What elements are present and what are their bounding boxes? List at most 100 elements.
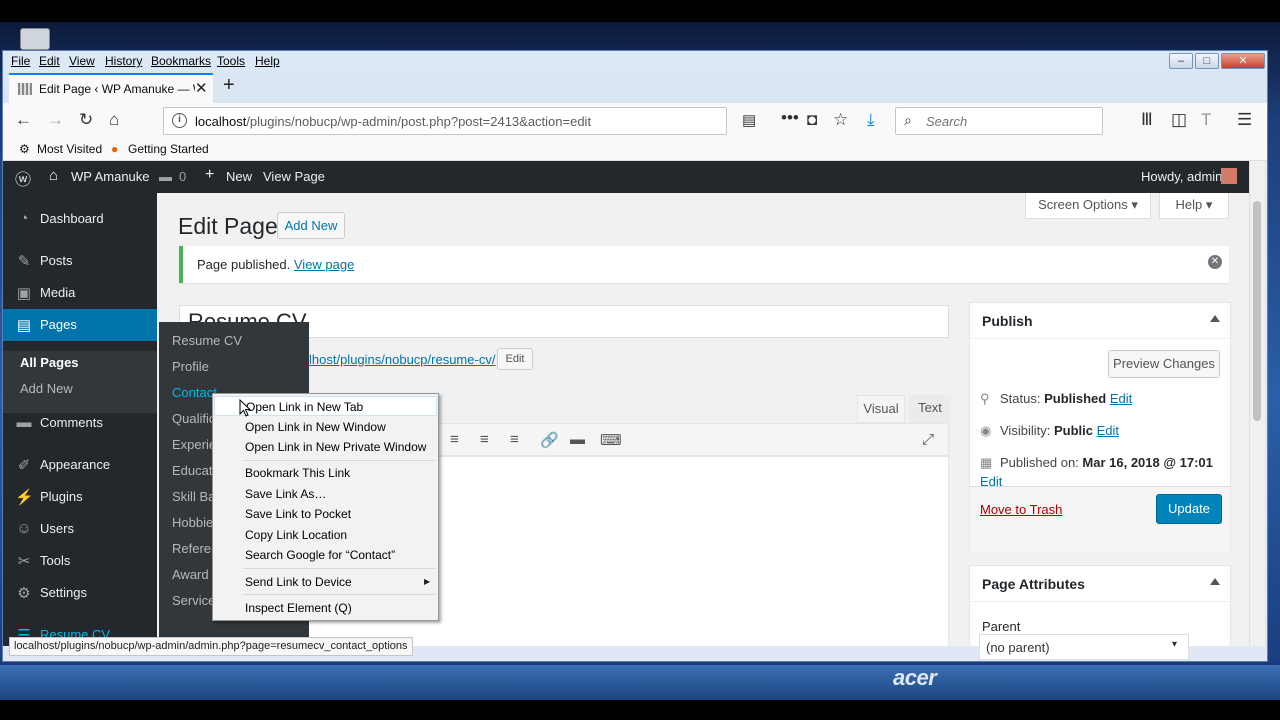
comments-icon[interactable]: ▬ xyxy=(159,169,172,184)
back-icon[interactable]: ← xyxy=(15,110,32,130)
bookmark-getting-started[interactable]: Getting Started xyxy=(128,142,209,156)
sidebar-item-pages[interactable]: ▤ Pages xyxy=(3,309,157,341)
add-new-button[interactable]: Add New xyxy=(277,212,345,239)
site-name-link[interactable]: WP Amanuke xyxy=(71,169,150,184)
menu-view[interactable]: View xyxy=(69,54,95,68)
new-tab-icon[interactable]: + xyxy=(223,74,235,97)
toolbar-toggle-icon[interactable]: ⌨ xyxy=(600,431,622,449)
menu-help[interactable]: Help xyxy=(255,54,280,68)
screen-options-button[interactable]: Screen Options ▾ xyxy=(1025,193,1151,219)
menu-file[interactable]: File xyxy=(11,54,30,68)
menu-edit[interactable]: Edit xyxy=(39,54,60,68)
reader-view-icon[interactable]: ▤ xyxy=(742,111,756,129)
page-actions-icon[interactable]: ••• xyxy=(781,108,799,128)
url-bar[interactable]: i localhost/plugins/nobucp/wp-admin/post… xyxy=(163,107,756,135)
collapse-icon[interactable] xyxy=(1210,578,1220,585)
preview-changes-button[interactable]: Preview Changes xyxy=(1108,350,1220,378)
search-bar[interactable]: ⌕ Search xyxy=(895,107,1103,135)
update-button[interactable]: Update xyxy=(1156,494,1222,524)
sidebar-item-media[interactable]: ▣ Media xyxy=(3,277,157,309)
parent-select[interactable]: (no parent) ▾ xyxy=(979,634,1189,660)
scrollbar-thumb[interactable] xyxy=(1253,201,1261,421)
flyout-item-award[interactable]: Award xyxy=(172,567,209,582)
menu-tools[interactable]: Tools xyxy=(217,54,245,68)
link-icon[interactable]: 🔗 xyxy=(540,431,559,449)
ctx-send-to-device[interactable]: Send Link to Device xyxy=(214,572,437,592)
move-to-trash-link[interactable]: Move to Trash xyxy=(980,502,1062,517)
sidebar-item-appearance[interactable]: ✐ Appearance xyxy=(3,449,157,481)
extension-icon[interactable]: T xyxy=(1201,110,1211,130)
menu-history[interactable]: History xyxy=(105,54,142,68)
align-left-icon[interactable]: ≡ xyxy=(450,431,459,448)
visibility-edit-link[interactable]: Edit xyxy=(1097,423,1119,438)
sidebar-item-users[interactable]: ☺ Users xyxy=(3,513,157,545)
ctx-bookmark-link[interactable]: Bookmark This Link xyxy=(214,463,437,483)
published-row: ▦ Published on: Mar 16, 2018 @ 17:01 xyxy=(980,455,1213,471)
flyout-item-resume-cv[interactable]: Resume CV xyxy=(172,333,242,348)
url-path: /plugins/nobucp/wp-admin/post.php?post=2… xyxy=(246,114,592,129)
ctx-copy-link[interactable]: Copy Link Location xyxy=(214,525,437,545)
avatar[interactable] xyxy=(1221,168,1237,184)
sidebar-item-dashboard[interactable]: ◔ Dashboard xyxy=(3,203,157,235)
collapse-icon[interactable] xyxy=(1210,315,1220,322)
new-content-link[interactable]: New xyxy=(226,169,252,184)
site-info-icon[interactable]: i xyxy=(172,113,187,128)
submenu-all-pages[interactable]: All Pages xyxy=(20,355,79,370)
context-menu: Open Link in New Tab Open Link in New Wi… xyxy=(212,393,439,621)
align-center-icon[interactable]: ≡ xyxy=(480,431,489,448)
pocket-icon[interactable]: ◘ xyxy=(807,110,817,130)
publish-header[interactable]: Publish xyxy=(970,303,1230,339)
maximize-icon[interactable]: □ xyxy=(1195,53,1219,69)
wordpress-logo-icon[interactable]: ⓦ xyxy=(15,166,31,190)
menu-bookmarks[interactable]: Bookmarks xyxy=(151,54,211,68)
howdy-link[interactable]: Howdy, admin xyxy=(1141,169,1222,184)
permalink-edit-button[interactable]: Edit xyxy=(497,348,533,370)
ctx-open-private-window[interactable]: Open Link in New Private Window xyxy=(214,437,437,457)
align-right-icon[interactable]: ≡ xyxy=(510,431,519,448)
vertical-scrollbar[interactable] xyxy=(1249,161,1265,646)
close-window-icon[interactable]: ✕ xyxy=(1221,53,1265,69)
favicon-icon xyxy=(18,83,32,95)
fullscreen-icon[interactable]: ⤢ xyxy=(922,431,934,448)
ctx-save-to-pocket[interactable]: Save Link to Pocket xyxy=(214,504,437,524)
flyout-item-profile[interactable]: Profile xyxy=(172,359,209,374)
submenu-add-new[interactable]: Add New xyxy=(20,381,73,396)
read-more-icon[interactable]: ▬ xyxy=(570,431,585,448)
library-icon[interactable]: Ⅲ xyxy=(1141,110,1153,130)
help-button[interactable]: Help ▾ xyxy=(1159,193,1229,219)
status-edit-link[interactable]: Edit xyxy=(1110,391,1132,406)
tab-edit-page[interactable]: Edit Page ‹ WP Amanuke — W ✕ xyxy=(9,73,213,103)
minimize-icon[interactable]: – xyxy=(1169,53,1193,69)
permalink-link[interactable]: lhost/plugins/nobucp/resume-cv/ xyxy=(309,352,495,367)
sidebar-item-settings[interactable]: ⚙ Settings xyxy=(3,577,157,609)
dismiss-icon[interactable]: ✕ xyxy=(1208,255,1222,269)
tab-visual[interactable]: Visual xyxy=(857,395,905,423)
ctx-search-google[interactable]: Search Google for “Contact” xyxy=(214,545,437,565)
sidebar-item-comments[interactable]: ▬ Comments xyxy=(3,407,157,439)
view-page-link[interactable]: View page xyxy=(294,257,354,272)
hamburger-menu-icon[interactable]: ☰ xyxy=(1237,110,1252,130)
tab-close-icon[interactable]: ✕ xyxy=(195,79,208,97)
ctx-save-link-as[interactable]: Save Link As… xyxy=(214,484,437,504)
home-icon[interactable]: ⌂ xyxy=(109,110,119,130)
link-status-bar: localhost/plugins/nobucp/wp-admin/admin.… xyxy=(9,637,413,656)
bookmark-most-visited[interactable]: Most Visited xyxy=(37,142,102,156)
flyout-item-contact[interactable]: Contact xyxy=(172,385,217,400)
sidebar-item-posts[interactable]: ✎ Posts xyxy=(3,245,157,277)
flyout-item-service[interactable]: Service xyxy=(172,593,215,608)
ctx-open-new-window[interactable]: Open Link in New Window xyxy=(214,417,437,437)
bookmark-star-icon[interactable]: ☆ xyxy=(833,110,848,130)
flyout-item-qualification[interactable]: Qualific xyxy=(172,411,215,426)
reload-icon[interactable]: ↻ xyxy=(79,110,93,130)
attributes-header[interactable]: Page Attributes xyxy=(970,566,1230,602)
ctx-inspect-element[interactable]: Inspect Element (Q) xyxy=(214,598,437,618)
recycle-bin-icon[interactable] xyxy=(20,28,50,50)
download-icon[interactable]: ⤓ xyxy=(867,110,875,130)
tab-text[interactable]: Text xyxy=(909,395,951,423)
success-notice: Page published. View page ✕ xyxy=(179,246,1229,283)
view-page-link[interactable]: View Page xyxy=(263,169,325,184)
sidebar-toggle-icon[interactable]: ◫ xyxy=(1171,110,1187,130)
sidebar-item-plugins[interactable]: ⚡ Plugins xyxy=(3,481,157,513)
sidebar-item-tools[interactable]: ✂ Tools xyxy=(3,545,157,577)
forward-icon[interactable]: → xyxy=(47,110,64,130)
